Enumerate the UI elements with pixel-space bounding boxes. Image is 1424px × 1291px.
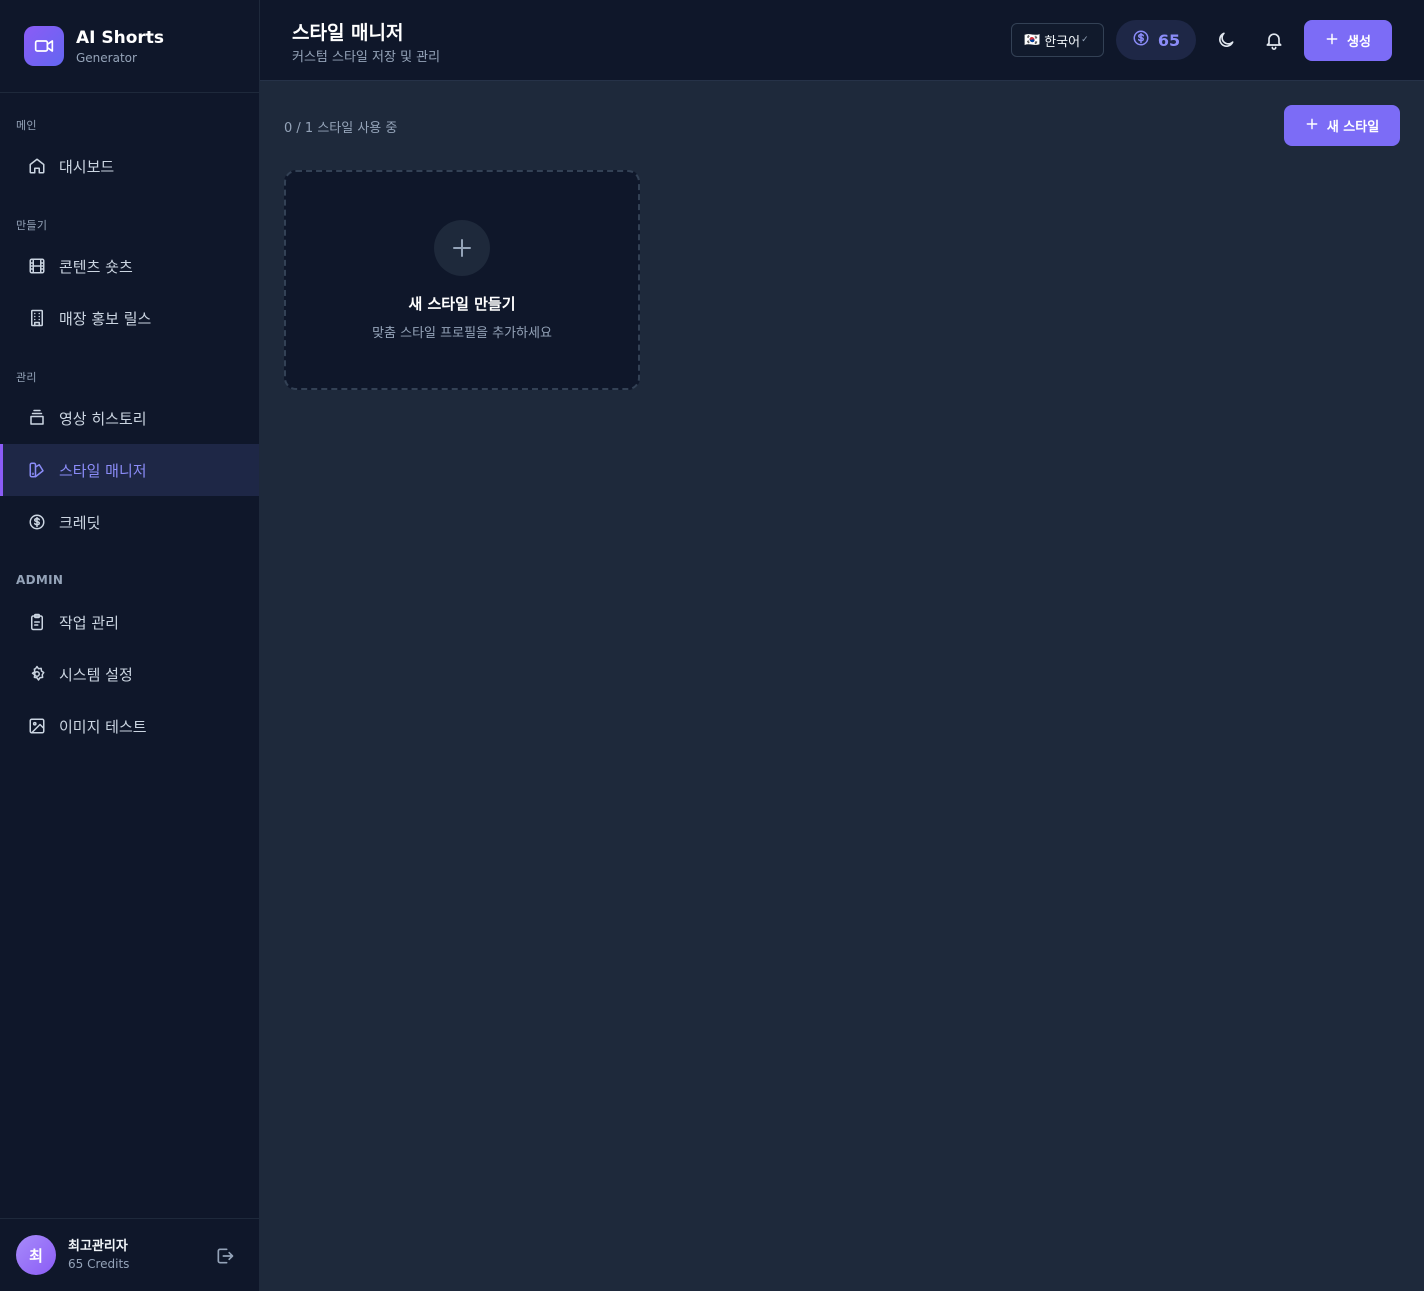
sidebar-item-store-reels[interactable]: 매장 홍보 릴스: [0, 292, 259, 344]
film-icon: [28, 257, 46, 275]
sidebar-item-credits[interactable]: 크레딧: [0, 496, 259, 548]
credit-count: 65: [1157, 30, 1181, 50]
brand-subtitle: Generator: [76, 50, 137, 65]
language-value: 한국어: [1044, 34, 1081, 50]
sidebar: AI Shorts Generator 메인 대시보드 만들기 콘텐츠 숏츠 매…: [0, 0, 260, 1291]
sidebar-item-label: 대시보드: [59, 157, 115, 176]
sidebar-item-system-settings[interactable]: 시스템 설정: [0, 648, 259, 700]
sidebar-item-image-test[interactable]: 이미지 테스트: [0, 700, 259, 752]
section-label-main: 메인: [16, 119, 37, 132]
brand-title: AI Shorts: [76, 27, 165, 48]
clipboard-icon: [28, 613, 46, 631]
language-select[interactable]: 🇰🇷 한국어 ✓: [1011, 23, 1104, 57]
sidebar-item-label: 이미지 테스트: [59, 717, 147, 736]
building-icon: [28, 309, 46, 327]
sidebar-item-dashboard[interactable]: 대시보드: [0, 140, 259, 192]
credit-balance[interactable]: 65: [1116, 20, 1196, 60]
new-style-card[interactable]: 새 스타일 만들기 맞춤 스타일 프로필을 추가하세요: [284, 170, 640, 390]
brand: AI Shorts Generator: [0, 0, 259, 93]
home-icon: [28, 157, 46, 175]
sidebar-item-label: 스타일 매니저: [59, 461, 147, 480]
moon-icon[interactable]: [1214, 28, 1238, 52]
new-style-card-subtitle: 맞춤 스타일 프로필을 추가하세요: [372, 326, 552, 341]
archive-icon: [28, 409, 46, 427]
sidebar-item-content-shorts[interactable]: 콘텐츠 숏츠: [0, 240, 259, 292]
new-style-button[interactable]: 새 스타일: [1284, 105, 1400, 146]
plus-icon: [434, 220, 490, 276]
create-button[interactable]: 생성: [1304, 20, 1392, 61]
top-header: 스타일 매니저 커스텀 스타일 저장 및 관리 🇰🇷 한국어 ✓ 65 생성: [260, 0, 1424, 81]
user-profile: 최 최고관리자 65 Credits: [0, 1218, 259, 1291]
avatar: 최: [16, 1235, 56, 1275]
create-button-label: 생성: [1347, 35, 1371, 50]
sidebar-item-label: 콘텐츠 숏츠: [59, 257, 133, 276]
flag-icon: 🇰🇷: [1024, 32, 1041, 48]
plus-icon: [1305, 117, 1319, 135]
sidebar-item-label: 시스템 설정: [59, 665, 133, 684]
gear-icon: [28, 665, 46, 683]
logout-icon[interactable]: [215, 1246, 235, 1266]
user-credits: 65 Credits: [68, 1257, 130, 1271]
plus-icon: [1325, 32, 1339, 50]
chevron-down-icon: ✓: [1081, 35, 1089, 45]
sidebar-item-label: 매장 홍보 릴스: [59, 309, 152, 328]
section-label-admin: ADMIN: [16, 573, 64, 587]
dollar-icon: [1132, 29, 1150, 51]
sidebar-item-label: 크레딧: [59, 513, 101, 532]
image-icon: [28, 717, 46, 735]
sidebar-item-video-history[interactable]: 영상 히스토리: [0, 392, 259, 444]
sidebar-item-task-management[interactable]: 작업 관리: [0, 596, 259, 648]
section-label-manage: 관리: [16, 371, 37, 384]
sidebar-item-style-manager[interactable]: 스타일 매니저: [0, 444, 259, 496]
video-camera-icon: [24, 26, 64, 66]
palette-icon: [28, 461, 46, 479]
sidebar-item-label: 영상 히스토리: [59, 409, 147, 428]
page-subtitle: 커스텀 스타일 저장 및 관리: [292, 50, 441, 65]
sidebar-item-label: 작업 관리: [59, 613, 119, 632]
bell-icon[interactable]: [1262, 28, 1286, 52]
dollar-icon: [28, 513, 46, 531]
new-style-button-label: 새 스타일: [1326, 120, 1380, 135]
user-name: 최고관리자: [68, 1239, 128, 1254]
page-title: 스타일 매니저: [292, 22, 404, 44]
section-label-create: 만들기: [16, 219, 48, 232]
new-style-card-title: 새 스타일 만들기: [408, 295, 516, 313]
style-usage-count: 0 / 1 스타일 사용 중: [284, 121, 398, 136]
